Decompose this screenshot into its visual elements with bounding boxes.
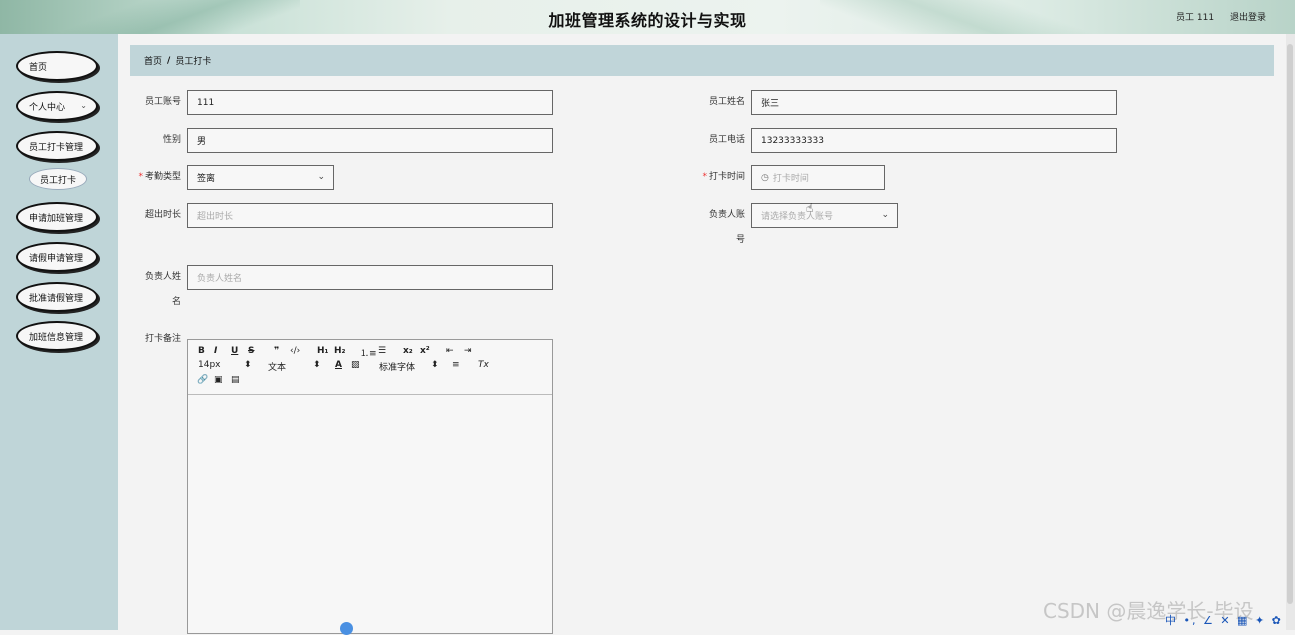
sidebar-item-overtime-application[interactable]: 申请加班管理 (16, 202, 98, 232)
strike-button[interactable]: S (248, 346, 254, 356)
underline-button[interactable]: U (231, 346, 238, 356)
link-icon[interactable]: 🔗 (197, 375, 208, 385)
required-mark: * (702, 172, 707, 182)
phone-label: 员工电话 (708, 135, 745, 145)
manager-account-placeholder: 请选择负责人账号 (761, 212, 834, 222)
sidebar-item-label: 请假申请管理 (29, 253, 84, 264)
gender-label: 性别 (162, 135, 181, 145)
clockin-time-picker[interactable]: ◷ 打卡时间 (751, 165, 885, 190)
manager-account-label: 负责人账 (708, 210, 745, 220)
page-scrollbar[interactable] (1286, 34, 1295, 630)
sidebar-item-overtime-info[interactable]: 加班信息管理 (16, 321, 98, 351)
breadcrumb-separator: / (167, 55, 171, 66)
manager-account-label-wrap: 号 (735, 235, 745, 245)
clock-icon: ◷ (761, 172, 769, 183)
name-input[interactable]: 张三 (751, 90, 1117, 115)
scrollbar-thumb[interactable] (1287, 44, 1293, 604)
video-icon[interactable]: ▤ (231, 375, 240, 385)
sidebar-item-label: 加班信息管理 (29, 332, 84, 343)
logout-link[interactable]: 退出登录 (1230, 10, 1266, 23)
sidebar-item-label: 批准请假管理 (29, 293, 84, 304)
sidebar-item-home[interactable]: 首页 (16, 51, 98, 81)
chevron-down-icon: ⌄ (317, 172, 325, 182)
manager-name-input[interactable]: 负责人姓名 (187, 265, 553, 290)
floating-dot-icon (340, 622, 353, 635)
top-header: 加班管理系统的设计与实现 员工 111 退出登录 (0, 0, 1295, 34)
sidebar-item-leave-approval[interactable]: 批准请假管理 (16, 282, 98, 312)
bold-button[interactable]: B (198, 346, 205, 356)
breadcrumb-home[interactable]: 首页 (144, 54, 162, 67)
name-label: 员工姓名 (708, 97, 745, 107)
attendance-type-value: 签离 (197, 174, 216, 184)
font-size-select[interactable]: 14px (198, 360, 221, 370)
code-icon[interactable]: ‹/› (290, 346, 300, 356)
mouse-cursor-icon: ☝ (806, 201, 814, 215)
manager-name-label-wrap: 名 (171, 297, 181, 307)
clockin-time-label: * 打卡时间 (702, 172, 745, 182)
clockin-time-placeholder: 打卡时间 (772, 174, 809, 184)
overtime-duration-label: 超出时长 (144, 210, 181, 220)
main-content: 首页 / 员工打卡 员工账号 111 员工姓名 张三 性别 男 员工电话 132… (130, 45, 1274, 634)
sidebar-subitem-clockin[interactable]: 员工打卡 (29, 168, 87, 190)
overtime-duration-input[interactable]: 超出时长 (187, 203, 553, 228)
sidebar-item-label: 员工打卡管理 (29, 142, 84, 153)
manager-account-select[interactable]: 请选择负责人账号 ⌄ (751, 203, 898, 228)
text-style-select[interactable]: 文本 (268, 360, 286, 373)
account-input[interactable]: 111 (187, 90, 553, 115)
outdent-icon[interactable]: ⇤ (446, 346, 454, 356)
quote-icon[interactable]: ❞ (274, 346, 279, 356)
h1-button[interactable]: H₁ (317, 346, 328, 356)
background-color-icon[interactable]: ▨ (351, 360, 360, 370)
chevron-down-icon: ⌄ (881, 210, 889, 220)
app-title: 加班管理系统的设计与实现 (548, 11, 747, 30)
gender-input[interactable]: 男 (187, 128, 553, 153)
bullet-list-icon[interactable]: ☰ (378, 346, 386, 356)
remark-rich-editor[interactable]: B I U S ❞ ‹/› H₁ H₂ ⒈≡ ☰ x₂ x² ⇤ ⇥ 14px … (187, 339, 553, 634)
clear-format-icon[interactable]: Tx (478, 360, 489, 370)
account-label: 员工账号 (144, 97, 181, 107)
select-arrows-icon: ⬍ (313, 360, 321, 370)
attendance-type-label: * 考勤类型 (138, 172, 181, 182)
manager-name-label: 负责人姓 (144, 272, 181, 282)
sidebar: 首页 个人中心 ⌄ 员工打卡管理 员工打卡 申请加班管理 请假申请管理 批准请假… (0, 34, 118, 630)
ordered-list-icon[interactable]: ⒈≡ (360, 346, 377, 359)
h2-button[interactable]: H₂ (334, 346, 345, 356)
sidebar-item-label: 申请加班管理 (29, 213, 84, 224)
sidebar-item-label: 个人中心 (29, 102, 66, 113)
indent-icon[interactable]: ⇥ (464, 346, 472, 356)
sidebar-item-clockin-management[interactable]: 员工打卡管理 (16, 131, 98, 161)
superscript-button[interactable]: x² (420, 346, 430, 356)
current-user: 员工 111 (1176, 13, 1215, 23)
breadcrumb: 首页 / 员工打卡 (130, 45, 1274, 76)
sidebar-item-label: 员工打卡 (39, 175, 76, 186)
sidebar-item-leave-application[interactable]: 请假申请管理 (16, 242, 98, 272)
sidebar-item-profile[interactable]: 个人中心 ⌄ (16, 91, 98, 121)
select-arrows-icon: ⬍ (431, 360, 439, 370)
required-mark: * (138, 172, 143, 182)
breadcrumb-current: 员工打卡 (175, 57, 212, 67)
editor-toolbar: B I U S ❞ ‹/› H₁ H₂ ⒈≡ ☰ x₂ x² ⇤ ⇥ 14px … (188, 340, 552, 395)
align-icon[interactable]: ≡ (452, 360, 460, 370)
chevron-down-icon: ⌄ (80, 101, 87, 110)
image-icon[interactable]: ▣ (214, 375, 223, 385)
select-arrows-icon: ⬍ (244, 360, 252, 370)
attendance-type-select[interactable]: 签离 ⌄ (187, 165, 334, 190)
phone-input[interactable]: 13233333333 (751, 128, 1117, 153)
remark-label: 打卡备注 (144, 334, 181, 344)
font-color-icon[interactable]: A (335, 360, 342, 370)
ime-toolbar: 中 •, ∠ ✕ ▦ ✦ ✿ (1165, 614, 1283, 627)
font-family-select[interactable]: 标准字体 (379, 360, 415, 373)
sidebar-item-label: 首页 (29, 62, 48, 73)
italic-button[interactable]: I (214, 346, 217, 356)
subscript-button[interactable]: x₂ (403, 346, 413, 356)
